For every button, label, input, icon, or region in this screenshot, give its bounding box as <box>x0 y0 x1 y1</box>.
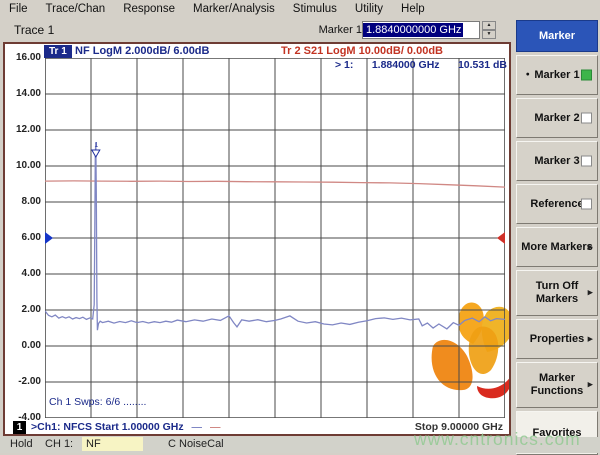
softkey-sidebar: Marker • Marker 1 Marker 2 Marker 3 Refe… <box>516 20 598 455</box>
softkey-turn-off-markers[interactable]: Turn Off Markers ▶ <box>516 270 598 316</box>
y-tick-label: 4.00 <box>7 268 41 279</box>
softkey-header-marker[interactable]: Marker <box>516 20 598 52</box>
marker-frequency-input[interactable]: 1.8840000000 GHz <box>362 21 480 39</box>
menu-file[interactable]: File <box>0 3 37 15</box>
checkbox-icon[interactable] <box>581 199 592 210</box>
y-tick-label: -2.00 <box>7 376 41 387</box>
menu-marker-analysis[interactable]: Marker/Analysis <box>184 3 284 15</box>
y-tick-label: 10.00 <box>7 160 41 171</box>
marker-frequency-stepper[interactable]: ▲ ▼ <box>482 21 496 39</box>
menu-help[interactable]: Help <box>392 3 434 15</box>
menu-stimulus[interactable]: Stimulus <box>284 3 346 15</box>
status-channel: CH 1: <box>45 438 73 450</box>
status-mode: Hold <box>10 438 33 450</box>
submenu-arrow-icon: ▶ <box>588 335 593 343</box>
menu-trace-chan[interactable]: Trace/Chan <box>37 3 115 15</box>
softkey-marker-1[interactable]: • Marker 1 <box>516 55 598 95</box>
trace2-title[interactable]: Tr 2 S21 LogM 10.00dB/ 0.00dB <box>281 45 443 58</box>
status-cal: C NoiseCal <box>168 438 224 450</box>
y-tick-label: 12.00 <box>7 124 41 135</box>
submenu-arrow-icon: ▶ <box>588 243 593 251</box>
menu-bar: File Trace/Chan Response Marker/Analysis… <box>0 0 600 18</box>
marker-readout: > 1: 1.884000 GHz 10.531 dB <box>335 59 507 71</box>
trace-selector[interactable]: Trace 1 <box>14 23 54 37</box>
softkey-marker-functions[interactable]: Marker Functions ▶ <box>516 362 598 408</box>
marker-entry-label: Marker 1 <box>319 24 362 36</box>
checkbox-checked-icon[interactable] <box>581 70 592 81</box>
softkey-marker-2[interactable]: Marker 2 <box>516 98 598 138</box>
trace1-legend-dash: — <box>192 421 203 433</box>
toolbar-row: Trace 1 Marker 1 1.8840000000 GHz ▲ ▼ <box>0 18 600 42</box>
trace1-title[interactable]: NF LogM 2.000dB/ 6.00dB <box>75 45 209 58</box>
y-tick-label: 2.00 <box>7 304 41 315</box>
y-tick-label: 14.00 <box>7 88 41 99</box>
marker-frequency-value: 1.8840000000 GHz <box>363 23 463 37</box>
status-bar: Hold CH 1: NF C NoiseCal <box>0 437 600 453</box>
channel-indicator: 1 <box>13 421 26 434</box>
y-tick-label: 6.00 <box>7 232 41 243</box>
checkbox-icon[interactable] <box>581 113 592 124</box>
marker-readout-prefix: > 1: <box>335 59 353 71</box>
submenu-arrow-icon: ▶ <box>588 287 593 300</box>
trace1-tag[interactable]: Tr 1 <box>44 45 72 58</box>
active-dot-icon: • <box>526 70 530 81</box>
analyzer-screen: File Trace/Chan Response Marker/Analysis… <box>0 0 600 455</box>
menu-utility[interactable]: Utility <box>346 3 392 15</box>
y-tick-label: 8.00 <box>7 196 41 207</box>
y-tick-label: 16.00 <box>7 52 41 63</box>
menu-response[interactable]: Response <box>114 3 184 15</box>
spinner-up-icon[interactable]: ▲ <box>482 21 496 30</box>
submenu-arrow-icon: ▶ <box>588 379 593 392</box>
stop-frequency-label: Stop 9.00000 GHz <box>415 421 503 433</box>
start-frequency-label: >Ch1: NFCS Start 1.00000 GHz — — <box>31 421 220 433</box>
measurement-plot[interactable]: 1 <box>45 58 505 418</box>
checkbox-icon[interactable] <box>581 156 592 167</box>
marker-readout-value: 10.531 dB <box>458 59 507 71</box>
trace2-legend-dash: — <box>210 421 221 433</box>
status-trace-chip: NF <box>82 437 143 451</box>
sweep-info: Ch 1 Swps: 6/6 ........ <box>49 396 146 408</box>
softkey-marker-3[interactable]: Marker 3 <box>516 141 598 181</box>
marker-readout-freq: 1.884000 GHz <box>372 59 440 71</box>
softkey-reference[interactable]: Reference <box>516 184 598 224</box>
softkey-more-markers[interactable]: More Markers ▶ <box>516 227 598 267</box>
y-tick-label: 0.00 <box>7 340 41 351</box>
svg-text:1: 1 <box>94 142 98 149</box>
trace-title-row: Tr 1 NF LogM 2.000dB/ 6.00dB Tr 2 S21 Lo… <box>5 45 509 58</box>
softkey-properties[interactable]: Properties ▶ <box>516 319 598 359</box>
spinner-down-icon[interactable]: ▼ <box>482 30 496 39</box>
display-area: Tr 1 NF LogM 2.000dB/ 6.00dB Tr 2 S21 Lo… <box>3 42 511 436</box>
